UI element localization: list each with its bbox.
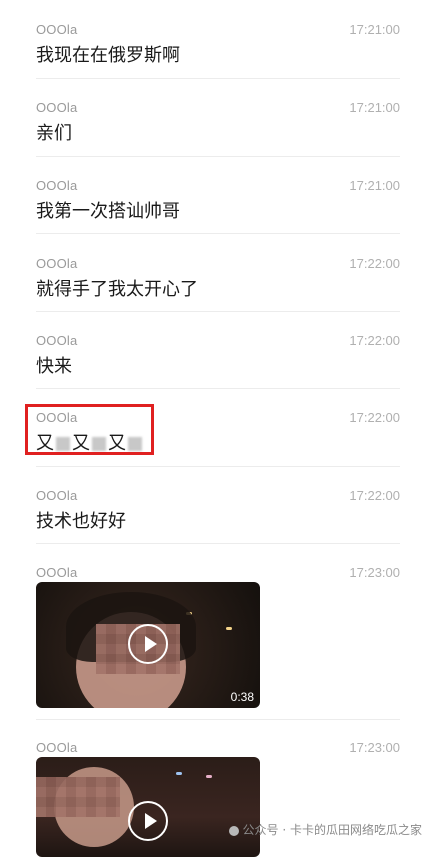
message-time: 17:21:00 bbox=[349, 178, 400, 193]
divider bbox=[36, 78, 400, 79]
divider bbox=[36, 311, 400, 312]
watermark-text: 公众号 · 卡卡的瓜田网络吃瓜之家 bbox=[242, 823, 422, 837]
play-icon[interactable] bbox=[128, 801, 168, 841]
message-text: 技术也好好 bbox=[36, 511, 126, 532]
message-text: 亲们 bbox=[36, 123, 72, 144]
message-time: 17:22:00 bbox=[349, 410, 400, 425]
message-time: 17:22:00 bbox=[349, 333, 400, 348]
sender-name: OOOla bbox=[36, 565, 78, 580]
message-time: 17:21:00 bbox=[349, 100, 400, 115]
background-light bbox=[206, 775, 212, 778]
message-time: 17:23:00 bbox=[349, 740, 400, 755]
divider bbox=[36, 466, 400, 467]
message-text: 快来 bbox=[36, 356, 72, 377]
wechat-icon bbox=[228, 825, 239, 836]
message-item[interactable]: OOOla 17:22:00 就得手了我太开心了 bbox=[36, 256, 400, 306]
divider bbox=[36, 388, 400, 389]
sender-name: OOOla bbox=[36, 178, 78, 193]
divider bbox=[36, 543, 400, 544]
message-time: 17:22:00 bbox=[349, 488, 400, 503]
mosaic-censor bbox=[36, 777, 120, 817]
divider bbox=[36, 233, 400, 234]
sender-name: OOOla bbox=[36, 22, 78, 37]
message-item[interactable]: OOOla 17:22:00 技术也好好 bbox=[36, 488, 400, 538]
video-thumbnail[interactable] bbox=[36, 757, 260, 857]
message-time: 17:22:00 bbox=[349, 256, 400, 271]
message-text: 就得手了我太开心了 bbox=[36, 279, 198, 300]
message-item[interactable]: OOOla 17:22:00 快来 bbox=[36, 333, 400, 383]
background-light bbox=[176, 772, 182, 775]
watermark: 公众号 · 卡卡的瓜田网络吃瓜之家 bbox=[228, 821, 422, 838]
sender-name: OOOla bbox=[36, 333, 78, 348]
sender-name: OOOla bbox=[36, 256, 78, 271]
sender-name: OOOla bbox=[36, 488, 78, 503]
play-icon[interactable] bbox=[128, 624, 168, 664]
divider bbox=[36, 719, 400, 720]
message-text: 我第一次搭讪帅哥 bbox=[36, 201, 180, 222]
sender-name: OOOla bbox=[36, 740, 78, 755]
message-time: 17:21:00 bbox=[349, 22, 400, 37]
background-light bbox=[226, 627, 232, 630]
video-duration: 0:38 bbox=[230, 690, 254, 704]
message-item[interactable]: OOOla 17:21:00 亲们 bbox=[36, 100, 400, 150]
sender-name: OOOla bbox=[36, 100, 78, 115]
red-highlight-box bbox=[25, 404, 154, 455]
video-thumbnail[interactable]: 0:38 bbox=[36, 582, 260, 708]
message-text: 我现在在俄罗斯啊 bbox=[36, 45, 180, 66]
message-time: 17:23:00 bbox=[349, 565, 400, 580]
divider bbox=[36, 156, 400, 157]
message-item[interactable]: OOOla 17:21:00 我第一次搭讪帅哥 bbox=[36, 178, 400, 228]
message-item-video[interactable]: OOOla 17:23:00 0:38 bbox=[36, 565, 400, 710]
message-item[interactable]: OOOla 17:21:00 我现在在俄罗斯啊 bbox=[36, 22, 400, 72]
